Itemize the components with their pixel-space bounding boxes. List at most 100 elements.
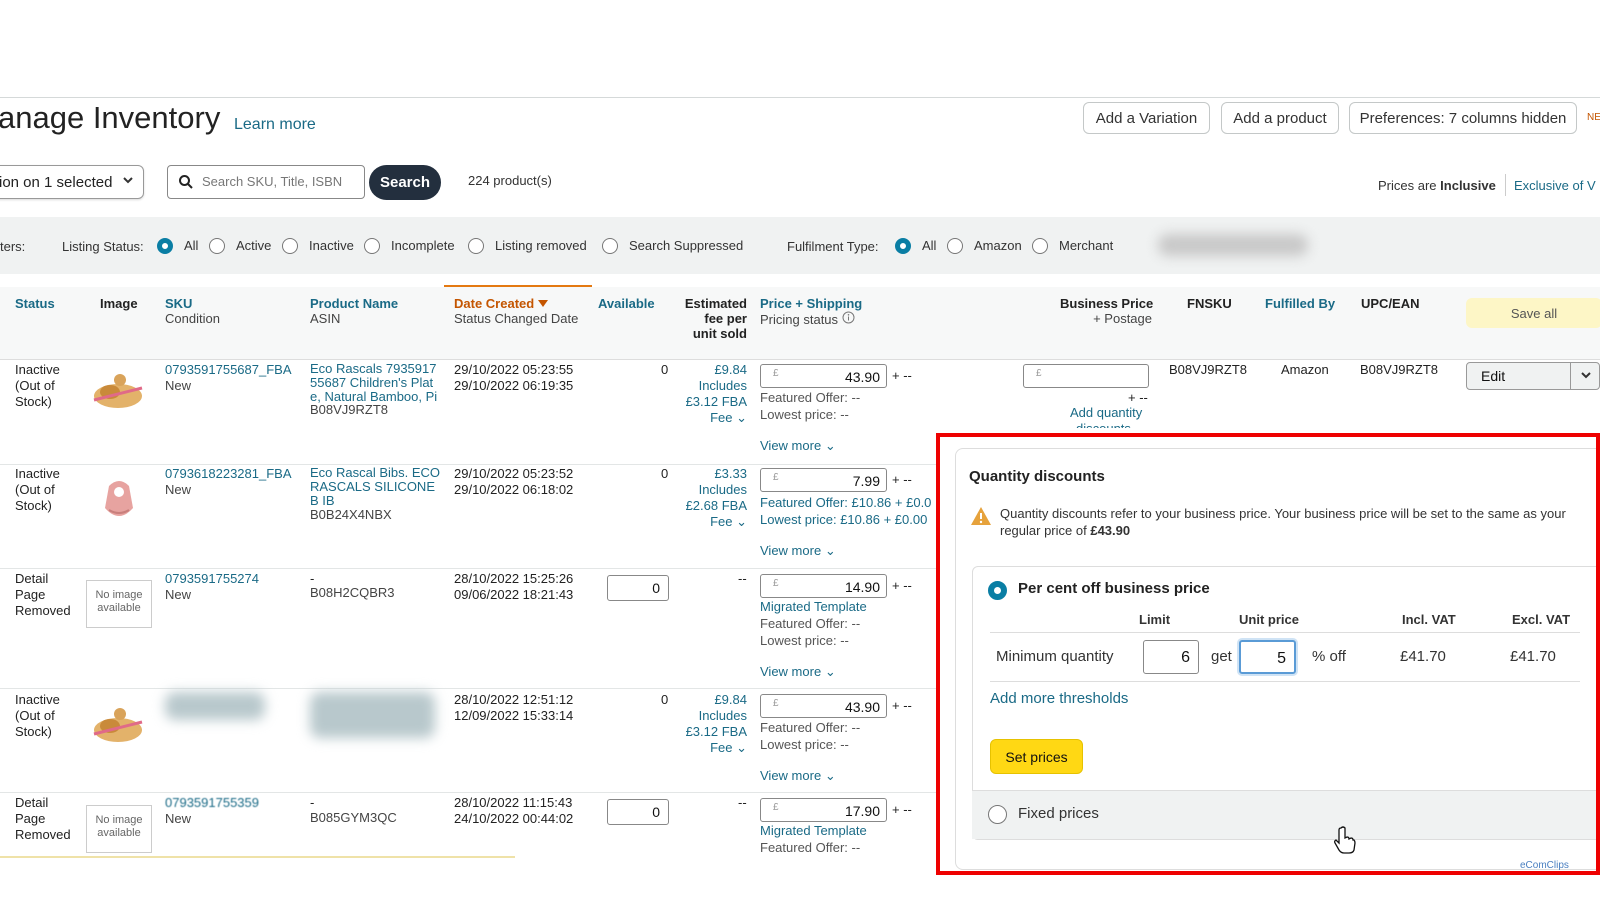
row4-view-more[interactable]: View more ⌄ (760, 768, 836, 784)
radio-listing-incomplete[interactable] (364, 238, 380, 254)
row3-featured-offer: Featured Offer: -- (760, 616, 861, 631)
learn-more-link[interactable]: Learn more (234, 116, 316, 134)
row5-available-input[interactable]: 0 (607, 799, 669, 825)
row1-view-more[interactable]: View more ⌄ (760, 438, 836, 454)
row1-product-name-link[interactable]: Eco Rascals 7935917 55687 Children's Pla… (310, 362, 445, 404)
chevron-down-icon: ⌄ (824, 543, 836, 558)
row1-price-input[interactable]: £43.90 (760, 364, 887, 388)
fee-label: Fee (710, 514, 733, 529)
row1-condition: New (165, 378, 192, 393)
add-variation-button[interactable]: Add a Variation (1083, 102, 1210, 134)
row1-business-price-input[interactable]: £ (1023, 364, 1149, 388)
row5-sku-link[interactable]: 0793591755359 (165, 795, 259, 810)
radio-listing-active[interactable] (209, 238, 225, 254)
pricing-status-label: Pricing status (760, 312, 839, 327)
row4-price-input[interactable]: £43.90 (760, 694, 887, 718)
search-input[interactable]: Search SKU, Title, ISBN (167, 165, 365, 199)
fee-line: £3.12 FBA (685, 394, 747, 409)
search-button[interactable]: Search (369, 165, 441, 200)
listing-incomplete-label: Incomplete (391, 238, 455, 253)
product-image-plate[interactable] (88, 370, 148, 417)
row4-date-changed: 12/09/2022 15:33:14 (454, 708, 574, 723)
row4-date-created: 28/10/2022 12:51:12 (454, 692, 574, 707)
no-image-text: available (97, 602, 141, 614)
radio-fulfilment-merchant[interactable] (1032, 238, 1048, 254)
search-placeholder: Search SKU, Title, ISBN (202, 174, 343, 189)
col-status[interactable]: Status (15, 296, 55, 311)
chevron-down-icon: ⌄ (824, 438, 836, 453)
row2-date-changed: 29/10/2022 06:18:02 (454, 482, 574, 497)
col-price-shipping[interactable]: Price + Shipping (760, 296, 862, 311)
info-icon[interactable] (842, 311, 855, 327)
row2-sku-link[interactable]: 0793618223281_FBA (165, 466, 292, 481)
edit-label: Edit (1481, 368, 1506, 384)
row1-featured-offer: Featured Offer: -- (760, 390, 861, 405)
blurred-filter (1158, 234, 1308, 256)
col-product-name[interactable]: Product Name (310, 296, 398, 311)
row3-template[interactable]: Migrated Template (760, 599, 867, 615)
row2-view-more[interactable]: View more ⌄ (760, 543, 836, 559)
row-divider (0, 792, 940, 793)
product-image-bib[interactable] (103, 478, 135, 525)
row3-view-more[interactable]: View more ⌄ (760, 664, 836, 680)
row4-fee[interactable]: £9.84 Includes £3.12 FBA Fee ⌄ (684, 692, 747, 756)
row2-lowest-price[interactable]: Lowest price: £10.86 + £0.00 (760, 512, 938, 528)
fulfilment-all-label: All (922, 238, 937, 253)
save-all-button[interactable]: Save all (1466, 298, 1600, 328)
view-more-label: View more (760, 438, 822, 453)
col-date-created[interactable]: Date Created (454, 296, 548, 311)
status-line: Detail (15, 571, 49, 586)
separator (1505, 174, 1506, 196)
row5-price-input[interactable]: £17.90 (760, 798, 887, 822)
radio-listing-removed[interactable] (468, 238, 484, 254)
highlight-box (936, 433, 1600, 875)
add-quantity-discounts-link[interactable]: Add quantity (1070, 405, 1142, 421)
status-line: (Out of (15, 482, 55, 497)
radio-listing-inactive[interactable] (282, 238, 298, 254)
row1-fee[interactable]: £9.84 Includes £3.12 FBA Fee ⌄ (684, 362, 747, 426)
no-image-placeholder: No image available (86, 580, 152, 628)
row3-price-input[interactable]: £14.90 (760, 574, 887, 598)
preferences-button[interactable]: Preferences: 7 columns hidden (1349, 102, 1577, 134)
row3-available-input[interactable]: 0 (607, 575, 669, 601)
filters-label: ters: (0, 239, 26, 254)
row2-product-name-link[interactable]: Eco Rascal Bibs. ECO RASCALS SILICONE B … (310, 466, 445, 508)
search-suppressed-label: Search Suppressed (629, 238, 744, 253)
row3-fee: -- (738, 571, 747, 586)
product-image-plate[interactable] (88, 704, 148, 751)
bulk-action-select[interactable]: ion on 1 selected (0, 165, 144, 199)
row2-price-input[interactable]: £7.99 (760, 468, 887, 492)
row5-condition: New (165, 811, 192, 826)
fee-line: Includes (698, 708, 747, 723)
row1-edit-select[interactable]: Edit (1466, 362, 1600, 390)
radio-search-suppressed[interactable] (602, 238, 618, 254)
col-sku[interactable]: SKU (165, 296, 192, 311)
status-line: Removed (15, 827, 71, 842)
page-title: anage Inventory (0, 100, 221, 135)
no-image-text: No image (95, 589, 143, 601)
chevron-down-icon: ⌄ (736, 410, 747, 425)
row2-status: Inactive (Out of Stock) (15, 466, 60, 514)
col-fee-line2: fee per (704, 311, 747, 326)
radio-fulfilment-amazon[interactable] (947, 238, 963, 254)
row1-available: 0 (661, 362, 669, 377)
add-quantity-discounts-link-2[interactable]: discounts (1076, 421, 1131, 428)
add-product-button[interactable]: Add a product (1221, 102, 1339, 134)
radio-fulfilment-all[interactable] (895, 238, 911, 254)
col-available[interactable]: Available (598, 296, 655, 311)
radio-listing-all[interactable] (157, 238, 173, 254)
row2-shipping: + -- (892, 472, 912, 487)
row3-sku-link[interactable]: 0793591755274 (165, 571, 259, 586)
exclusive-vat-link[interactable]: Exclusive of V (1514, 178, 1596, 193)
row4-available: 0 (661, 692, 669, 707)
row1-sku-link[interactable]: 0793591755687_FBA (165, 362, 292, 377)
fee-line: £2.68 FBA (685, 498, 747, 513)
row5-template[interactable]: Migrated Template (760, 823, 867, 839)
row2-featured-offer[interactable]: Featured Offer: £10.86 + £0.0 (760, 495, 938, 511)
col-fulfilled-by[interactable]: Fulfilled By (1265, 296, 1335, 311)
col-asin: ASIN (310, 311, 341, 326)
row2-fee[interactable]: £3.33 Includes £2.68 FBA Fee ⌄ (684, 466, 747, 530)
row4-lowest-price: Lowest price: -- (760, 737, 849, 752)
listing-removed-label: Listing removed (495, 238, 587, 253)
chevron-down-icon (121, 173, 135, 191)
